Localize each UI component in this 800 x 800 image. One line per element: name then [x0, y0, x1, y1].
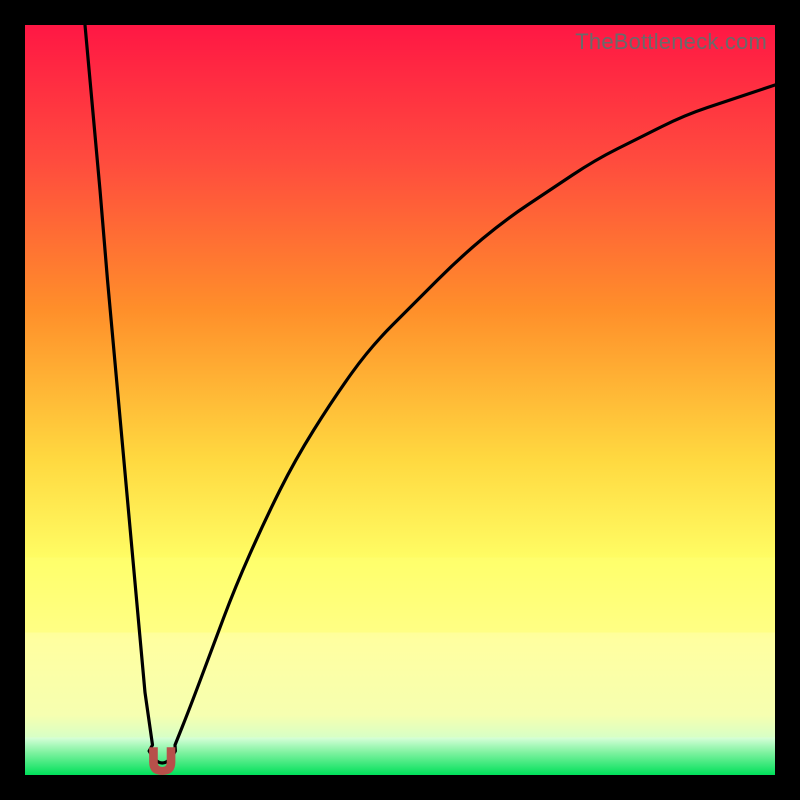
green-band: [25, 738, 775, 776]
gradient-background: [25, 25, 775, 775]
watermark-text: TheBottleneck.com: [575, 29, 767, 55]
bottleneck-chart: [25, 25, 775, 775]
chart-frame: TheBottleneck.com: [25, 25, 775, 775]
